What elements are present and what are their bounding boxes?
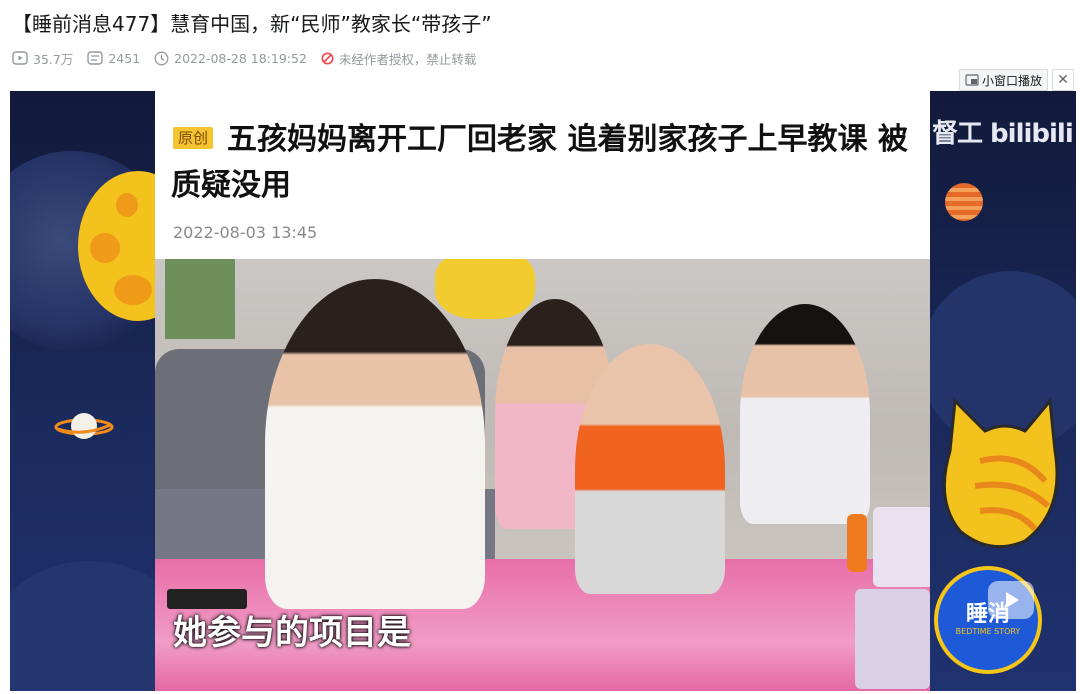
formula-can (855, 589, 930, 689)
saturn-icon (54, 413, 114, 439)
play-icon (1006, 592, 1019, 608)
close-mini-button[interactable]: ✕ (1052, 69, 1074, 91)
video-left-decoration (10, 91, 198, 691)
girl-figure (740, 304, 870, 524)
play-overlay-button[interactable] (988, 581, 1034, 619)
formula-can (873, 507, 930, 587)
window-view (165, 259, 235, 339)
page-title: 【睡前消息477】慧育中国，新“民师”教家长“带孩子” (12, 12, 492, 36)
publish-time: 2022-08-28 18:19:52 (154, 51, 307, 66)
danmaku-icon (87, 51, 104, 65)
baby-figure (575, 344, 725, 594)
forbidden-icon (321, 52, 334, 64)
yellow-plush-toy (435, 259, 535, 319)
mini-window-label: 小窗口播放 (981, 73, 1042, 88)
video-frame-photo: 她参与的项目是 (155, 259, 930, 691)
danmaku-stat: 2451 (87, 51, 140, 66)
play-count-icon (12, 51, 28, 65)
planet-icon (945, 183, 983, 221)
video-subtitle: 她参与的项目是 (173, 613, 411, 653)
copyright-notice: 未经作者授权，禁止转载 (321, 49, 477, 68)
mother-figure (265, 279, 485, 609)
video-player[interactable]: 督工 bilibili 睡消 BEDTIME STORY 原创 五孩妈妈离开工厂… (10, 91, 1076, 691)
video-meta-row: 35.7万 2451 2022-08-28 18:19:52 未经作者授权，禁止… (12, 48, 490, 68)
clock-icon (154, 51, 169, 65)
article-date: 2022-08-03 13:45 (173, 223, 318, 242)
badge-subtext: BEDTIME STORY (955, 627, 1021, 636)
views-count: 35.7万 (33, 51, 74, 67)
copyright-text: 未经作者授权，禁止转载 (338, 51, 477, 67)
mini-window-button[interactable]: 小窗口播放 (958, 69, 1048, 91)
video-right-decoration: 督工 bilibili 睡消 BEDTIME STORY (920, 91, 1076, 691)
player-toolbar: 小窗口播放 ✕ (958, 69, 1074, 91)
bilibili-logo: 督工 bilibili (932, 119, 1074, 149)
mini-window-icon (965, 74, 979, 86)
article-headline: 五孩妈妈离开工厂回老家 追着别家孩子上早教课 被质疑没用 (171, 122, 908, 203)
danmaku-count: 2451 (108, 50, 141, 66)
article-header: 原创 五孩妈妈离开工厂回老家 追着别家孩子上早教课 被质疑没用 2022-08-… (155, 91, 930, 259)
views-stat: 35.7万 (12, 49, 73, 68)
orange-bottle (847, 514, 867, 572)
publish-datetime: 2022-08-28 18:19:52 (174, 50, 307, 66)
cat-mascot-icon (942, 397, 1059, 549)
